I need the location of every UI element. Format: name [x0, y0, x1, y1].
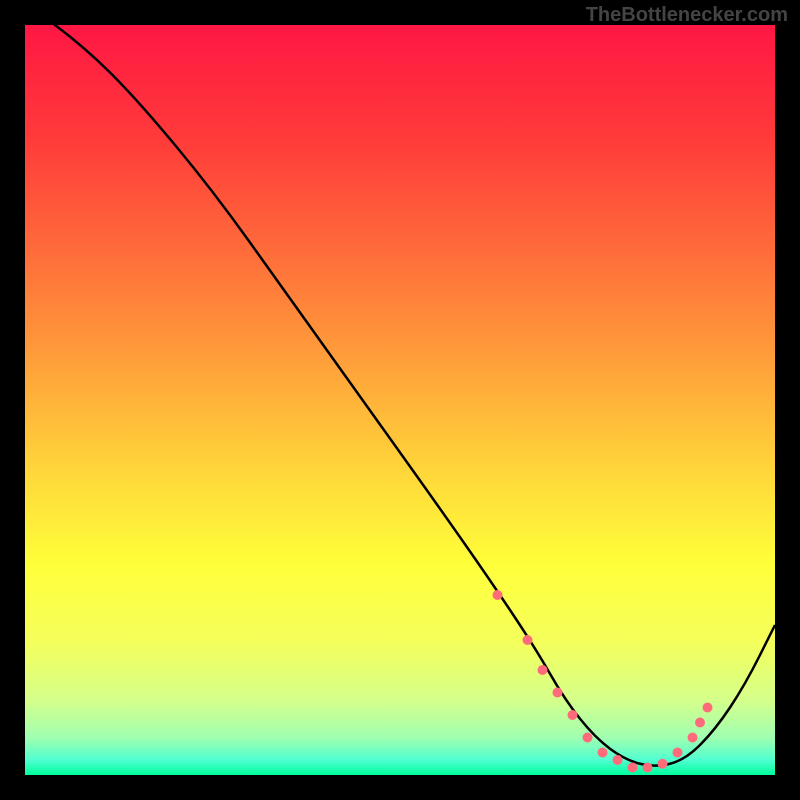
data-marker: [673, 748, 683, 758]
watermark-text: TheBottlenecker.com: [586, 4, 788, 27]
data-marker: [598, 748, 608, 758]
data-marker: [658, 759, 668, 769]
data-marker: [628, 763, 638, 773]
data-marker: [493, 590, 503, 600]
chart-curve: [25, 25, 775, 775]
data-marker: [568, 710, 578, 720]
data-marker: [583, 733, 593, 743]
data-marker: [613, 755, 623, 765]
data-marker: [703, 703, 713, 713]
data-marker: [643, 763, 653, 773]
data-marker: [553, 688, 563, 698]
data-marker: [523, 635, 533, 645]
data-marker: [538, 665, 548, 675]
bottleneck-curve: [25, 25, 775, 766]
data-marker: [695, 718, 705, 728]
chart-container: [25, 25, 775, 775]
data-marker: [688, 733, 698, 743]
